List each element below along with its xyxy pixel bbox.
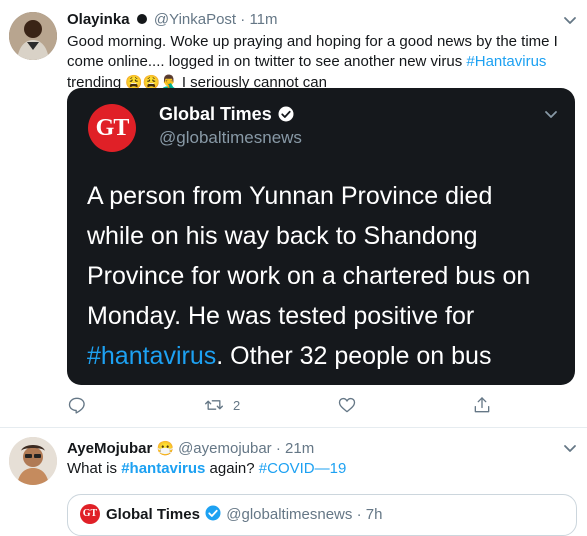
embedded-line4: Monday. He was tested positive for xyxy=(87,302,475,330)
tweet-text-line1: Good morning. Woke up praying and hoping… xyxy=(67,33,558,50)
global-times-logo: GT xyxy=(88,104,136,152)
hashtag-link[interactable]: #COVID—19 xyxy=(259,460,347,477)
separator: · xyxy=(356,506,362,523)
tweet-text-line2: come online.... logged in on twitter to … xyxy=(67,52,577,72)
verified-dot-icon xyxy=(136,14,147,24)
embedded-line1: A person from Yunnan Province died xyxy=(87,182,493,210)
tweet-text-mid: again? xyxy=(205,460,259,477)
tweet-actions: 2 xyxy=(67,395,507,419)
reply-button[interactable] xyxy=(67,395,87,415)
like-button[interactable] xyxy=(337,395,357,415)
handle[interactable]: @YinkaPost xyxy=(154,11,236,28)
timestamp[interactable]: 21m xyxy=(285,440,314,457)
tweet-header: AyeMojubar 😷 @ayemojubar · 21m xyxy=(67,438,314,459)
embedded-line5-post: . Other 32 people on bus xyxy=(216,342,492,370)
quoted-handle: @globaltimesnews xyxy=(226,506,353,523)
separator: · xyxy=(240,11,246,28)
embedded-account-name: Global Times xyxy=(159,104,295,125)
heart-icon xyxy=(338,397,356,413)
quoted-display-name: Global Times xyxy=(106,506,200,523)
chevron-down-icon[interactable] xyxy=(560,10,580,30)
chevron-down-icon xyxy=(545,111,557,118)
global-times-logo: GT xyxy=(80,504,100,524)
verified-badge-icon xyxy=(278,106,294,122)
tweet-text: What is #hantavirus again? #COVID—19 xyxy=(67,459,577,479)
avatar-image xyxy=(9,12,57,60)
tweet-text-line2-pre: come online.... logged in on twitter to … xyxy=(67,53,467,70)
separator: · xyxy=(275,440,281,457)
tweet-header: Olayinka @YinkaPost · 11m xyxy=(67,10,278,30)
avatar[interactable] xyxy=(9,12,57,60)
avatar-image xyxy=(9,437,57,485)
tweet-text: Good morning. Woke up praying and hoping… xyxy=(67,32,577,93)
embedded-line3: Province for work on a chartered bus on xyxy=(87,262,531,290)
quoted-tweet-header: Global Times @globaltimesnews · 7h xyxy=(106,504,382,525)
mask-emoji: 😷 xyxy=(156,440,174,456)
share-icon xyxy=(474,397,490,413)
tweet-olayinka[interactable]: Olayinka @YinkaPost · 11m Good morning. … xyxy=(0,0,587,428)
retweet-icon xyxy=(205,400,223,410)
quoted-timestamp: 7h xyxy=(365,506,383,523)
verified-badge-icon xyxy=(205,505,221,521)
quoted-tweet[interactable]: GT Global Times @globaltimesnews · 7h xyxy=(67,494,577,536)
handle[interactable]: @ayemojubar xyxy=(178,440,272,457)
hashtag-link[interactable]: #hantavirus xyxy=(121,460,205,477)
timestamp[interactable]: 11m xyxy=(249,11,277,28)
embedded-name-text: Global Times xyxy=(159,104,272,124)
retweet-button[interactable]: 2 xyxy=(203,395,240,415)
display-name[interactable]: Olayinka xyxy=(67,11,130,28)
embedded-tweet-text: A person from Yunnan Province died while… xyxy=(87,176,567,385)
reply-icon xyxy=(68,397,85,414)
embedded-hashtag: #hantavirus xyxy=(87,342,217,370)
embedded-line5: #hantavirus. Other 32 people on bus xyxy=(87,336,567,376)
retweet-count: 2 xyxy=(233,397,241,413)
embedded-image[interactable]: GT Global Times @globaltimesnews A perso… xyxy=(67,88,575,385)
avatar[interactable] xyxy=(9,437,57,485)
display-name[interactable]: AyeMojubar xyxy=(67,440,152,457)
tweet-text-pre: What is xyxy=(67,460,122,477)
share-button[interactable] xyxy=(472,395,492,415)
embedded-line2: while on his way back to Shandong xyxy=(87,222,478,250)
hashtag-link[interactable]: #Hantavirus xyxy=(466,53,546,70)
chevron-down-icon[interactable] xyxy=(560,438,580,458)
embedded-line6: were tested xyxy=(87,376,567,385)
embedded-handle: @globaltimesnews xyxy=(159,128,302,147)
